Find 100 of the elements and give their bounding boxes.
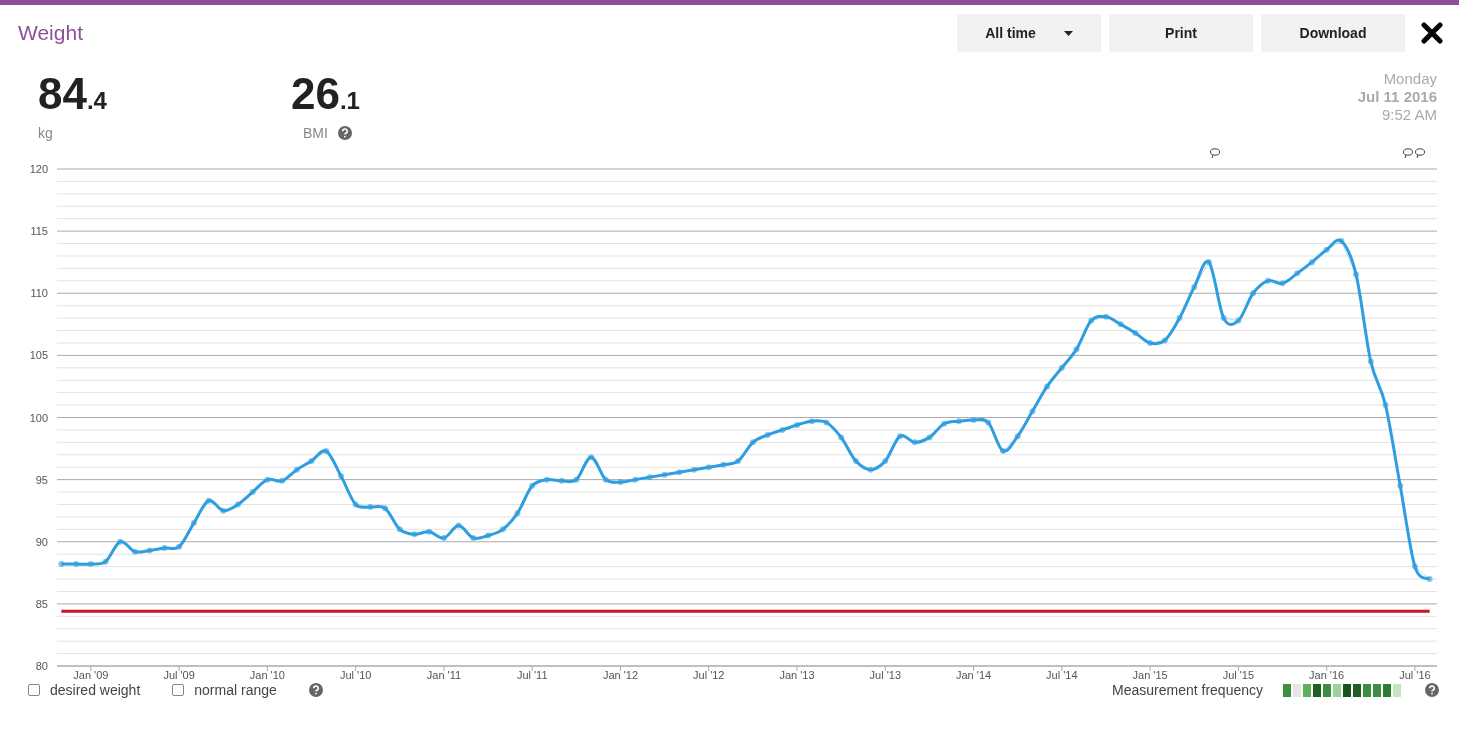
- data-point: [1323, 246, 1330, 253]
- x-axis-label: Jul '15: [1222, 669, 1255, 681]
- data-point: [1161, 337, 1168, 344]
- data-point: [720, 461, 727, 468]
- data-point: [117, 538, 124, 545]
- data-point: [396, 526, 403, 533]
- data-point: [823, 419, 830, 426]
- data-point: [1382, 402, 1389, 409]
- x-axis-label: Jul '14: [1046, 669, 1078, 681]
- data-point: [1308, 259, 1315, 266]
- data-point: [1044, 383, 1051, 390]
- weight-value: 84.4: [38, 70, 108, 120]
- data-point: [176, 543, 183, 550]
- time-text: 9:52 AM: [1381, 106, 1437, 124]
- comment-icon[interactable]: [1403, 148, 1413, 159]
- x-axis-label: Jul '11: [516, 669, 548, 681]
- data-point: [1220, 315, 1227, 322]
- data-point: [1279, 280, 1286, 287]
- data-point: [911, 439, 918, 446]
- data-point: [1411, 563, 1418, 570]
- data-point: [1191, 284, 1198, 291]
- data-point: [543, 476, 550, 483]
- comment-icon[interactable]: [1210, 148, 1220, 159]
- y-axis-label: 100: [29, 411, 48, 424]
- data-point: [838, 434, 845, 441]
- data-point: [867, 466, 874, 473]
- x-axis-label: Jan '14: [956, 669, 992, 681]
- checkbox-label: normal range: [194, 682, 277, 698]
- data-point: [205, 497, 212, 504]
- y-axis-label: 120: [29, 163, 48, 175]
- data-point: [779, 426, 786, 433]
- help-icon[interactable]: [308, 683, 323, 697]
- data-point: [588, 454, 595, 461]
- x-axis-label: Jul '12: [693, 669, 725, 681]
- download-button[interactable]: Download: [1261, 14, 1405, 52]
- weekday-text: Monday: [1383, 70, 1437, 88]
- x-axis-label: Jan '11: [426, 669, 462, 681]
- frequency-label: Measurement frequency: [1112, 682, 1263, 698]
- data-point: [1029, 408, 1036, 415]
- data-point: [1014, 433, 1021, 440]
- range-dropdown[interactable]: All time: [957, 14, 1101, 52]
- data-point: [87, 561, 94, 568]
- data-point: [234, 501, 241, 508]
- data-point: [73, 561, 80, 568]
- data-point: [1147, 339, 1154, 346]
- checkbox[interactable]: [28, 684, 40, 696]
- y-axis-label: 105: [29, 349, 48, 362]
- data-point: [514, 510, 521, 517]
- data-point: [485, 532, 492, 539]
- checkbox[interactable]: [172, 684, 185, 696]
- data-point: [852, 458, 859, 464]
- data-point: [1176, 315, 1183, 322]
- checkbox-label: desired weight: [50, 682, 141, 698]
- close-button[interactable]: [1421, 22, 1443, 44]
- data-point: [1353, 271, 1360, 278]
- data-point: [529, 482, 536, 489]
- data-point: [1338, 238, 1345, 245]
- data-point: [558, 477, 565, 484]
- comment-icon[interactable]: [1415, 148, 1425, 159]
- data-point: [131, 548, 138, 555]
- data-point: [337, 472, 344, 479]
- data-point: [897, 433, 903, 440]
- data-point: [602, 476, 609, 483]
- help-icon[interactable]: [337, 126, 352, 140]
- x-axis-label: Jul '10: [339, 669, 372, 681]
- data-point: [1264, 277, 1271, 284]
- data-point: [308, 458, 315, 464]
- x-axis-label: Jul '16: [1399, 669, 1431, 681]
- y-axis-label: 110: [30, 287, 48, 300]
- data-point: [617, 479, 624, 486]
- data-point: [1088, 317, 1095, 324]
- data-point: [220, 507, 227, 514]
- data-point: [146, 547, 153, 554]
- data-point: [455, 522, 462, 529]
- x-axis-label: Jul '09: [163, 669, 195, 681]
- data-point: [249, 489, 256, 496]
- y-axis-label: 95: [35, 473, 48, 486]
- data-point: [764, 431, 771, 438]
- data-point: [440, 535, 447, 541]
- page-title: Weight: [18, 21, 84, 45]
- data-point: [1132, 330, 1139, 336]
- print-button[interactable]: Print: [1109, 14, 1253, 52]
- data-point: [426, 528, 433, 535]
- data-point: [1235, 317, 1242, 324]
- data-point: [1058, 364, 1065, 371]
- x-axis-label: Jul '13: [869, 669, 901, 681]
- x-axis-label: Jan '09: [73, 669, 109, 681]
- data-point: [970, 417, 977, 423]
- data-point: [382, 505, 389, 512]
- caret-icon: [1063, 30, 1073, 36]
- y-axis-label: 90: [35, 535, 48, 548]
- x-axis-label: Jan '10: [249, 669, 285, 681]
- data-point: [367, 503, 374, 510]
- data-point: [58, 561, 65, 568]
- data-point: [1426, 576, 1433, 583]
- data-point: [323, 448, 330, 455]
- help-icon[interactable]: [1425, 683, 1439, 697]
- data-point: [676, 469, 683, 476]
- data-point: [1103, 313, 1109, 320]
- data-point: [470, 535, 477, 541]
